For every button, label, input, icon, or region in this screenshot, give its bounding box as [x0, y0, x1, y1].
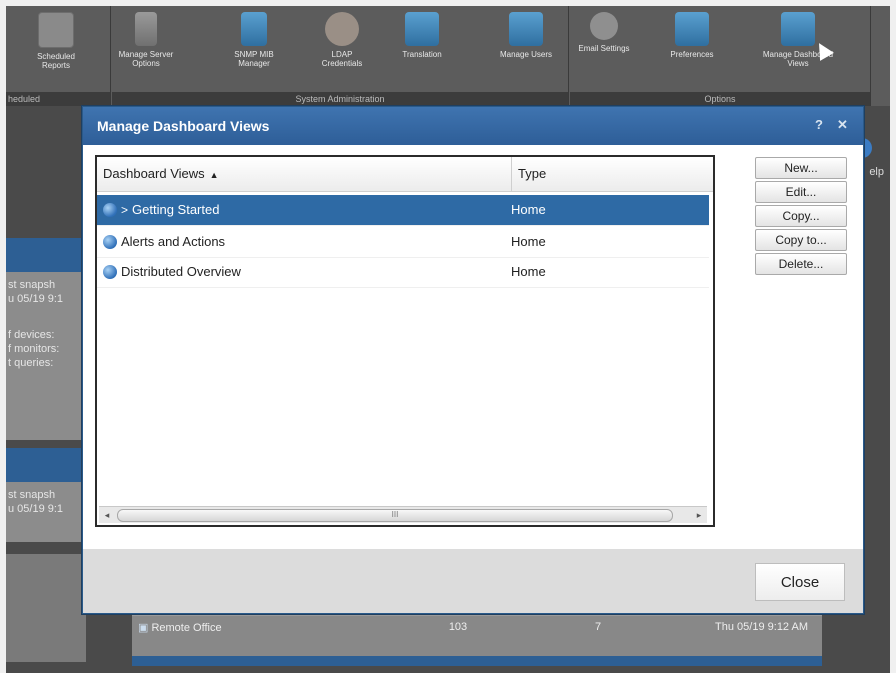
list-item-label: Getting Started [132, 202, 220, 217]
manage-users-label: Manage Users [499, 50, 553, 59]
mib-icon [241, 12, 267, 46]
translation-button[interactable]: Translation [392, 10, 452, 94]
dialog-footer: Close [83, 549, 863, 613]
ribbon-group-label: Options [570, 92, 870, 106]
snmp-mib-manager-button[interactable]: SNMP MIB Manager [224, 10, 284, 94]
ribbon-group-reports: Scheduled Reports heduled [6, 6, 111, 106]
side-panel-line: u 05/19 9:1 [8, 293, 64, 305]
monitors-up: 103 [448, 621, 468, 633]
translation-label: Translation [402, 50, 442, 59]
side-panel-line: t queries: [8, 357, 54, 369]
email-icon [590, 12, 618, 40]
list-item-name: > Getting Started [103, 195, 219, 225]
help-button[interactable]: ? [815, 117, 823, 132]
dialog-title: Manage Dashboard Views [97, 118, 270, 134]
certificate-icon [325, 12, 359, 46]
device-name: ▣ Remote Office [132, 621, 388, 634]
side-panel-line: u 05/19 9:1 [8, 503, 64, 515]
email-settings-label: Email Settings [578, 44, 630, 53]
list-item-type: Home [511, 234, 546, 249]
manage-users-button[interactable]: Manage Users [496, 10, 556, 94]
copy-to-button[interactable]: Copy to... [755, 229, 847, 251]
users-icon [509, 12, 543, 46]
list-item-type: Home [511, 202, 546, 217]
column-header-type[interactable]: Type [511, 157, 708, 191]
sort-ascending-icon: ▲ [209, 170, 219, 180]
side-panel-body: st snapsh u 05/19 9:1 f devices: f monit… [6, 272, 86, 440]
ribbon-group-label: heduled [6, 92, 110, 106]
translation-icon [405, 12, 439, 46]
scroll-left-icon[interactable]: ◂ [99, 507, 115, 523]
preferences-button[interactable]: Preferences [662, 10, 722, 94]
close-icon[interactable]: ✕ [837, 117, 848, 133]
side-panel-header [6, 448, 86, 482]
device-icon: ▣ [138, 621, 152, 634]
device-name-text: Remote Office [151, 621, 222, 634]
ribbon-group-label: System Administration [112, 92, 568, 106]
dialog-titlebar: Manage Dashboard Views ? ✕ [83, 107, 863, 145]
close-button[interactable]: Close [755, 563, 845, 601]
manage-server-options-label: Manage Server Options [118, 50, 174, 68]
list-item-alerts-and-actions[interactable]: Alerts and Actions Home [97, 227, 709, 258]
list-item-label: Distributed Overview [121, 264, 241, 279]
action-buttons: New... Edit... Copy... Copy to... Delete… [755, 157, 851, 277]
current-view-marker: > [121, 203, 129, 217]
dashboard-views-list[interactable]: Dashboard Views ▲ Type > Getting Started … [95, 155, 715, 527]
side-panel-line: st snapsh [8, 279, 56, 291]
dashboard-views-icon [781, 12, 815, 46]
scheduled-reports-label: Scheduled Reports [37, 52, 75, 70]
report-icon [38, 12, 74, 48]
dialog-body: Dashboard Views ▲ Type > Getting Started … [83, 145, 863, 549]
list-item-name: Distributed Overview [103, 257, 241, 287]
help-label: elp [869, 166, 884, 178]
side-panel-line: f devices: [8, 329, 55, 341]
snmp-mib-manager-label: SNMP MIB Manager [234, 50, 274, 68]
manage-server-options-button[interactable]: Manage Server Options [116, 10, 176, 94]
side-panel-line: st snapsh [8, 489, 56, 501]
horizontal-scrollbar[interactable]: ◂ III ▸ [99, 506, 707, 523]
side-panel-header [6, 238, 86, 272]
globe-icon [103, 265, 117, 279]
ribbon-group-admin: Manage Server Options SNMP MIB Manager L… [112, 6, 569, 106]
ldap-credentials-label: LDAP Credentials [321, 50, 363, 68]
ribbon-toolbar: Scheduled Reports heduled Manage Server … [6, 6, 890, 106]
list-item-getting-started[interactable]: > Getting Started Home [97, 195, 709, 226]
table-row: ▣ Remote Office 103 7 Thu 05/19 9:12 AM [132, 616, 822, 638]
list-item-distributed-overview[interactable]: Distributed Overview Home [97, 257, 709, 288]
list-item-name: Alerts and Actions [103, 227, 225, 257]
email-settings-button[interactable]: Email Settings [574, 10, 634, 94]
last-snapshot: Thu 05/19 9:12 AM [715, 621, 808, 633]
scroll-right-icon[interactable]: ▸ [691, 507, 707, 523]
copy-button[interactable]: Copy... [755, 205, 847, 227]
preferences-icon [675, 12, 709, 46]
preferences-label: Preferences [670, 50, 714, 59]
globe-icon [103, 235, 117, 249]
column-header-label: Dashboard Views [103, 166, 205, 181]
side-panel-body: st snapsh u 05/19 9:1 [6, 482, 86, 542]
side-panel-line: f monitors: [8, 343, 60, 355]
scheduled-reports-button[interactable]: Scheduled Reports [26, 10, 86, 94]
scrollbar-thumb[interactable]: III [117, 509, 673, 522]
column-header-dashboard-views[interactable]: Dashboard Views ▲ [103, 157, 219, 191]
manage-dashboard-views-dialog: Manage Dashboard Views ? ✕ Dashboard Vie… [82, 106, 864, 614]
edit-button[interactable]: Edit... [755, 181, 847, 203]
monitors-down: 7 [594, 621, 602, 633]
list-item-type: Home [511, 264, 546, 279]
side-panel-body [6, 554, 86, 662]
list-item-label: Alerts and Actions [121, 234, 226, 249]
globe-icon [103, 203, 117, 217]
list-header: Dashboard Views ▲ Type [97, 157, 713, 192]
new-button[interactable]: New... [755, 157, 847, 179]
ldap-credentials-button[interactable]: LDAP Credentials [312, 10, 372, 94]
delete-button[interactable]: Delete... [755, 253, 847, 275]
server-icon [135, 12, 157, 46]
table-footer [132, 656, 822, 666]
